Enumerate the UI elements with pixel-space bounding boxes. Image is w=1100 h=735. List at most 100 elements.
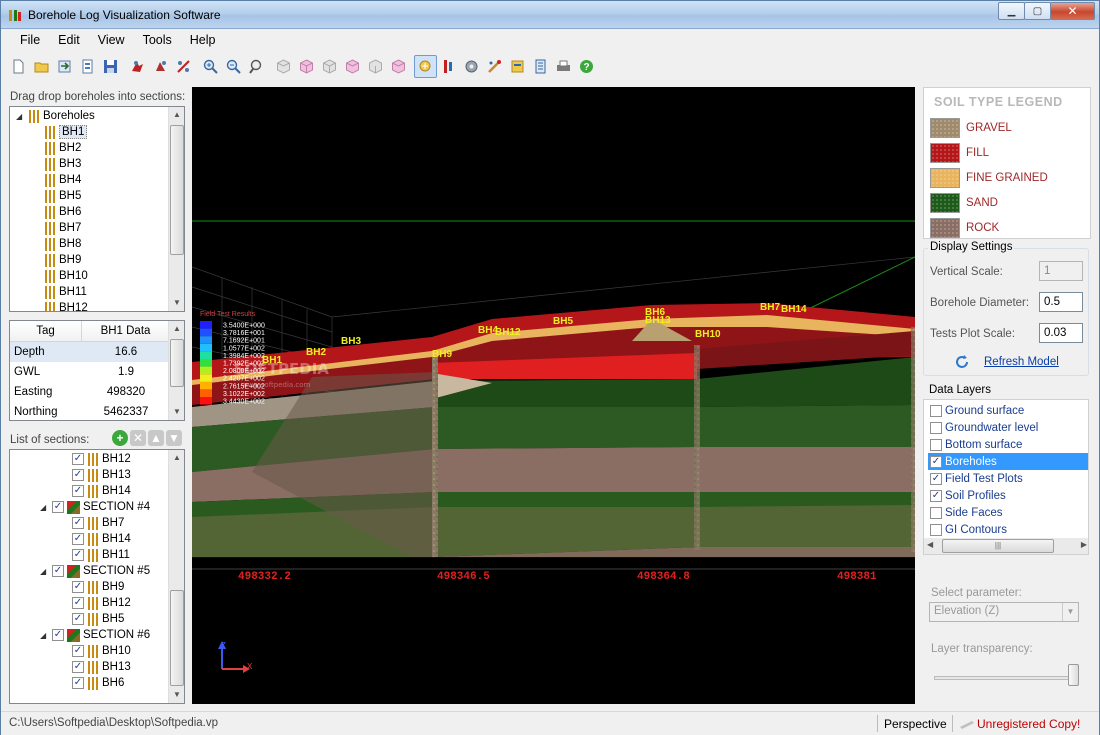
view-iso-icon[interactable] bbox=[341, 55, 364, 78]
open-folder-icon[interactable] bbox=[30, 55, 53, 78]
checkbox[interactable]: ✓ bbox=[72, 533, 84, 545]
tree-item-bh5[interactable]: BH5 bbox=[44, 188, 81, 204]
menu-help[interactable]: Help bbox=[181, 33, 225, 47]
checkbox[interactable]: ✓ bbox=[52, 565, 64, 577]
collapse-icon[interactable]: ◢ bbox=[16, 112, 25, 121]
tree-item-bh7[interactable]: BH7 bbox=[44, 220, 81, 236]
sections-scrollbar[interactable]: ▲ ▼ bbox=[168, 450, 184, 703]
menu-file[interactable]: File bbox=[11, 33, 49, 47]
tree-item-bh10[interactable]: BH10 bbox=[44, 268, 88, 284]
borehole-diameter-input[interactable] bbox=[1039, 292, 1083, 312]
tree-root[interactable]: ◢ Boreholes bbox=[16, 108, 95, 124]
highlight-icon[interactable] bbox=[414, 54, 437, 78]
move-up-icon[interactable]: ▲ bbox=[148, 430, 164, 446]
checkbox[interactable] bbox=[930, 506, 942, 519]
checkbox[interactable] bbox=[930, 421, 942, 434]
boreholes-tree[interactable]: ◢ Boreholes BH1 BH2 BH3 BH4 BH5 BH6 BH7 BH8 BH9 B… bbox=[9, 106, 185, 312]
checkbox[interactable]: ✓ bbox=[72, 613, 84, 625]
section-borehole-item[interactable]: ✓ BH12 bbox=[72, 451, 131, 467]
zoom-fit-icon[interactable] bbox=[245, 55, 268, 78]
tree-item-bh11[interactable]: BH11 bbox=[44, 284, 87, 300]
checkbox[interactable]: ✓ bbox=[72, 581, 84, 593]
properties-scrollbar[interactable]: ▲ ▼ bbox=[168, 321, 184, 420]
move-down-icon[interactable]: ▼ bbox=[166, 430, 182, 446]
checkbox[interactable]: ✓ bbox=[72, 453, 84, 465]
view-bottom-icon[interactable] bbox=[387, 55, 410, 78]
menu-tools[interactable]: Tools bbox=[134, 33, 181, 47]
parameter-select[interactable]: Elevation (Z) ▼ bbox=[929, 602, 1079, 622]
save-icon[interactable] bbox=[99, 55, 122, 78]
export-icon[interactable] bbox=[76, 55, 99, 78]
chevron-down-icon[interactable]: ▼ bbox=[1062, 603, 1078, 621]
prop-row-depth[interactable]: Depth 16.6 bbox=[10, 342, 170, 362]
view-side-icon[interactable] bbox=[318, 55, 341, 78]
layer-ground-surface[interactable]: Ground surface bbox=[930, 402, 1088, 419]
checkbox[interactable] bbox=[930, 523, 942, 536]
checkbox[interactable]: ✓ bbox=[72, 485, 84, 497]
checkbox[interactable]: ✓ bbox=[72, 645, 84, 657]
layer-soil-profiles[interactable]: ✓ Soil Profiles bbox=[930, 487, 1088, 504]
checkbox[interactable]: ✓ bbox=[930, 489, 942, 502]
scroll-thumb[interactable]: ||| bbox=[942, 539, 1054, 553]
col-data[interactable]: BH1 Data bbox=[82, 321, 170, 341]
tree-item-bh4[interactable]: BH4 bbox=[44, 172, 81, 188]
pan-icon[interactable] bbox=[126, 55, 149, 78]
close-button[interactable]: ✕ bbox=[1050, 2, 1095, 20]
borehole-properties-grid[interactable]: Tag BH1 Data Depth 16.6 GWL 1.9 Easting … bbox=[9, 320, 185, 421]
checkbox[interactable]: ✓ bbox=[930, 455, 942, 468]
boreholes-scrollbar[interactable]: ▲ ▼ bbox=[168, 107, 184, 311]
section-borehole-item[interactable]: ✓ BH7 bbox=[72, 515, 124, 531]
tree-item-bh8[interactable]: BH8 bbox=[44, 236, 81, 252]
rotate-icon[interactable] bbox=[149, 55, 172, 78]
title-bar[interactable]: Borehole Log Visualization Software ▁ ▢ … bbox=[1, 1, 1099, 29]
transparency-slider-track[interactable] bbox=[934, 676, 1074, 680]
sections-tree[interactable]: ✓ BH12 ✓ BH13 ✓ BH14 ◢ ✓ SECTION #4 ✓ BH7 ✓ BH14 ✓ BH1… bbox=[9, 449, 185, 704]
prop-value[interactable]: 5462337 bbox=[82, 402, 170, 420]
layers-hscrollbar[interactable]: ◀ ||| ▶ bbox=[924, 538, 1088, 554]
prop-value[interactable]: 16.6 bbox=[82, 342, 170, 362]
checkbox[interactable] bbox=[930, 404, 942, 417]
tree-item-bh6[interactable]: BH6 bbox=[44, 204, 81, 220]
tree-item-bh12[interactable]: BH12 bbox=[44, 300, 88, 311]
section-item[interactable]: ◢ ✓ SECTION #5 bbox=[40, 563, 150, 579]
checkbox[interactable]: ✓ bbox=[72, 469, 84, 481]
checkbox[interactable]: ✓ bbox=[72, 597, 84, 609]
grid-icon[interactable] bbox=[437, 55, 460, 78]
minimize-button[interactable]: ▁ bbox=[998, 2, 1025, 20]
layers-icon[interactable] bbox=[506, 55, 529, 78]
checkbox[interactable] bbox=[930, 438, 942, 451]
scroll-down-icon[interactable]: ▼ bbox=[169, 404, 184, 420]
prop-value[interactable]: 498320 bbox=[82, 382, 170, 402]
prop-row-gwl[interactable]: GWL 1.9 bbox=[10, 362, 170, 382]
help-icon[interactable]: ? bbox=[575, 55, 598, 78]
scroll-down-icon[interactable]: ▼ bbox=[169, 295, 184, 311]
prop-row-northing[interactable]: Northing 5462337 bbox=[10, 402, 170, 420]
layer-side-faces[interactable]: Side Faces bbox=[930, 504, 1088, 521]
checkbox[interactable]: ✓ bbox=[52, 501, 64, 513]
vertical-scale-input[interactable] bbox=[1039, 261, 1083, 281]
menu-edit[interactable]: Edit bbox=[49, 33, 89, 47]
tree-item-bh9[interactable]: BH9 bbox=[44, 252, 81, 268]
zoom-out-icon[interactable] bbox=[222, 55, 245, 78]
scroll-down-icon[interactable]: ▼ bbox=[169, 687, 184, 703]
section-borehole-item[interactable]: ✓ BH14 bbox=[72, 483, 131, 499]
refresh-icon[interactable] bbox=[954, 354, 970, 370]
view-back-icon[interactable] bbox=[364, 55, 387, 78]
view-front-icon[interactable] bbox=[295, 55, 318, 78]
collapse-icon[interactable]: ◢ bbox=[40, 503, 49, 512]
layer-field-test-plots[interactable]: ✓ Field Test Plots bbox=[930, 470, 1088, 487]
section-borehole-item[interactable]: ✓ BH13 bbox=[72, 659, 131, 675]
menu-view[interactable]: View bbox=[89, 33, 134, 47]
scroll-left-icon[interactable]: ◀ bbox=[927, 540, 933, 549]
section-borehole-item[interactable]: ✓ BH11 bbox=[72, 547, 130, 563]
refresh-model-link[interactable]: Refresh Model bbox=[984, 356, 1059, 368]
tree-item-bh1[interactable]: BH1 bbox=[44, 124, 88, 140]
section-borehole-item[interactable]: ✓ BH10 bbox=[72, 643, 131, 659]
maximize-button[interactable]: ▢ bbox=[1024, 2, 1051, 20]
layer-groundwater-level[interactable]: Groundwater level bbox=[930, 419, 1088, 436]
select-icon[interactable] bbox=[172, 55, 195, 78]
checkbox[interactable]: ✓ bbox=[72, 549, 84, 561]
prop-row-easting[interactable]: Easting 498320 bbox=[10, 382, 170, 402]
palette-icon[interactable] bbox=[483, 55, 506, 78]
status-view-mode[interactable]: Perspective bbox=[884, 717, 947, 731]
